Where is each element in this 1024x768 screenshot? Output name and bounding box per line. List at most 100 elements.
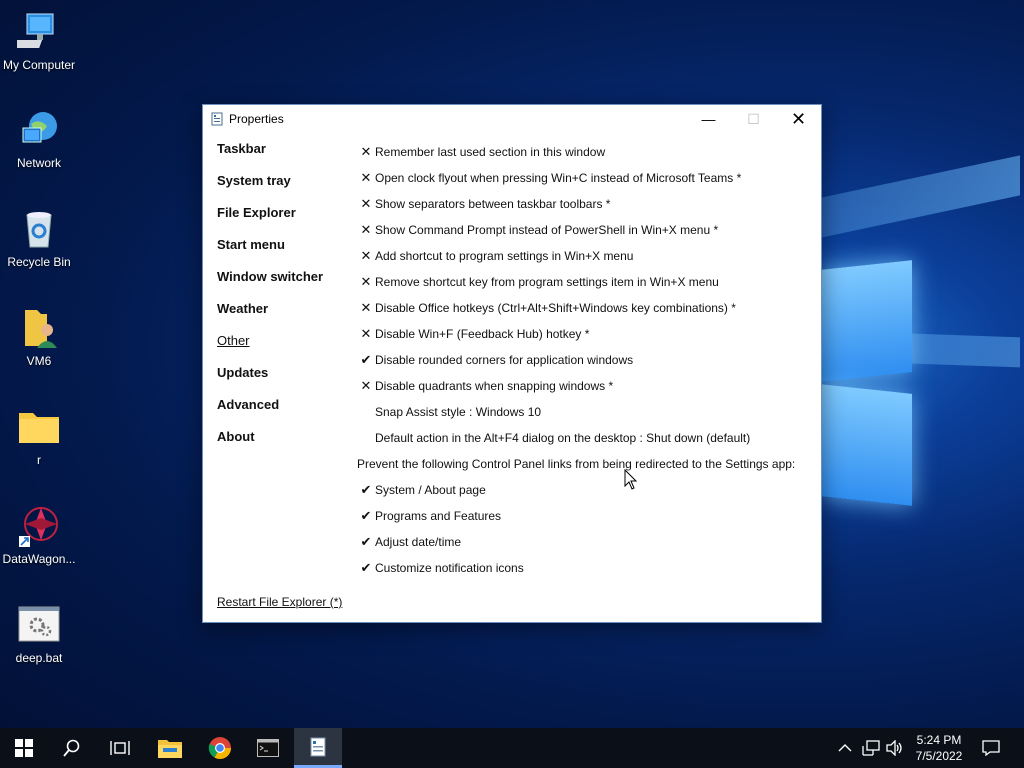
volume-tray-button[interactable] <box>886 728 904 768</box>
file-explorer-taskbar-button[interactable] <box>146 728 194 768</box>
option-label: Disable Office hotkeys (Ctrl+Alt+Shift+W… <box>375 301 736 315</box>
control-panel-section-heading: Prevent the following Control Panel link… <box>357 451 817 477</box>
restart-file-explorer-link[interactable]: Restart File Explorer (*) <box>217 595 342 609</box>
option-label: Open clock flyout when pressing Win+C in… <box>375 171 742 185</box>
option-clock-flyout[interactable]: ✕ Open clock flyout when pressing Win+C i… <box>357 165 817 191</box>
option-label: Remove shortcut key from program setting… <box>375 275 719 289</box>
desktop-icon-label: DataWagon... <box>2 552 76 566</box>
nav-start-menu[interactable]: Start menu <box>217 237 323 269</box>
check-icon: ✔ <box>360 534 372 549</box>
nav-weather[interactable]: Weather <box>217 301 323 333</box>
nav-system-tray[interactable]: System tray <box>217 173 323 205</box>
check-icon: ✔ <box>360 352 372 367</box>
datawagon-app-icon <box>17 504 61 548</box>
desktop-icon-label: Network <box>16 156 61 170</box>
desktop-icon-recycle-bin[interactable]: Recycle Bin <box>0 207 78 270</box>
command-prompt-taskbar-button[interactable] <box>244 728 292 768</box>
desktop-icon-label: deep.bat <box>15 651 63 665</box>
cross-icon: ✕ <box>360 222 372 237</box>
check-icon: ✔ <box>360 482 372 497</box>
option-rounded-corners[interactable]: ✔ Disable rounded corners for application… <box>357 347 817 373</box>
option-snap-quadrants[interactable]: ✕ Disable quadrants when snapping windows… <box>357 373 817 399</box>
option-add-shortcut[interactable]: ✕ Add shortcut to program settings in Win… <box>357 243 817 269</box>
properties-window: Properties — ☐ ✕ Taskbar System tray Fil… <box>202 104 822 623</box>
nav-updates[interactable]: Updates <box>217 365 323 397</box>
nav-taskbar[interactable]: Taskbar <box>217 141 323 173</box>
task-view-button[interactable] <box>96 728 144 768</box>
properties-taskbar-button[interactable] <box>294 728 342 768</box>
user-folder-icon <box>17 306 61 350</box>
option-label: Show separators between taskbar toolbars… <box>375 197 611 211</box>
desktop-icon-label: r <box>37 453 41 467</box>
minimize-button[interactable]: — <box>686 105 731 133</box>
desktop-icon-network[interactable]: Network <box>0 108 78 171</box>
maximize-button[interactable]: ☐ <box>731 105 776 133</box>
network-icon <box>862 740 880 756</box>
option-alt-f4-default[interactable]: Default action in the Alt+F4 dialog on t… <box>357 425 817 451</box>
option-office-hotkeys[interactable]: ✕ Disable Office hotkeys (Ctrl+Alt+Shift+… <box>357 295 817 321</box>
minimize-icon: — <box>701 111 716 127</box>
option-label: Snap Assist style : Windows 10 <box>375 405 542 419</box>
section-heading-label: Prevent the following Control Panel link… <box>357 457 796 471</box>
close-button[interactable]: ✕ <box>776 105 821 133</box>
chrome-taskbar-button[interactable] <box>196 728 244 768</box>
search-button[interactable] <box>48 728 96 768</box>
desktop-icon-r[interactable]: r <box>0 405 78 468</box>
title-bar[interactable]: Properties — ☐ ✕ <box>203 105 821 133</box>
option-label: Remember last used section in this windo… <box>375 145 606 159</box>
show-hidden-icons-button[interactable] <box>838 728 852 768</box>
nav-window-switcher[interactable]: Window switcher <box>217 269 323 301</box>
check-icon: ✔ <box>360 508 372 523</box>
option-win-f-hotkey[interactable]: ✕ Disable Win+F (Feedback Hub) hotkey * <box>357 321 817 347</box>
cross-icon: ✕ <box>360 300 372 315</box>
taskbar: 5:24 PM 7/5/2022 <box>0 728 1024 768</box>
option-label: System / About page <box>375 483 486 497</box>
mouse-cursor-icon <box>624 468 638 491</box>
option-command-prompt[interactable]: ✕ Show Command Prompt instead of PowerShe… <box>357 217 817 243</box>
network-tray-button[interactable] <box>862 728 880 768</box>
desktop-icon-datawagon[interactable]: DataWagon... <box>0 504 78 567</box>
option-remember-section[interactable]: ✕ Remember last used section in this wind… <box>357 139 817 165</box>
batch-file-icon <box>17 603 61 647</box>
cross-icon: ✕ <box>360 248 372 263</box>
task-view-icon <box>110 741 130 755</box>
cross-icon: ✕ <box>360 326 372 341</box>
option-label: Default action in the Alt+F4 dialog on t… <box>375 431 751 445</box>
app-icon <box>211 112 223 126</box>
cross-icon: ✕ <box>360 196 372 211</box>
desktop-icon-vm6[interactable]: VM6 <box>0 306 78 369</box>
option-adjust-datetime[interactable]: ✔ Adjust date/time <box>357 529 817 555</box>
command-prompt-icon <box>257 739 279 757</box>
start-button[interactable] <box>0 728 48 768</box>
option-snap-assist-style[interactable]: Snap Assist style : Windows 10 <box>357 399 817 425</box>
clock-button[interactable]: 5:24 PM 7/5/2022 <box>905 732 973 764</box>
action-center-button[interactable] <box>982 728 1000 768</box>
desktop-icon-my-computer[interactable]: My Computer <box>0 10 78 73</box>
folder-icon <box>17 405 61 449</box>
option-label: Customize notification icons <box>375 561 524 575</box>
desktop-icon-label: VM6 <box>26 354 52 368</box>
option-label: Show Command Prompt instead of PowerShel… <box>375 223 719 237</box>
nav-file-explorer[interactable]: File Explorer <box>217 205 323 237</box>
file-explorer-icon <box>158 740 182 758</box>
windows-start-icon <box>15 739 33 757</box>
desktop-icon-deep-bat[interactable]: deep.bat <box>0 603 78 666</box>
option-programs-features[interactable]: ✔ Programs and Features <box>357 503 817 529</box>
option-label: Disable Win+F (Feedback Hub) hotkey * <box>375 327 590 341</box>
option-notification-icons[interactable]: ✔ Customize notification icons <box>357 555 817 581</box>
option-remove-shortcut-key[interactable]: ✕ Remove shortcut key from program settin… <box>357 269 817 295</box>
nav-other[interactable]: Other <box>217 333 323 365</box>
nav-advanced[interactable]: Advanced <box>217 397 323 429</box>
section-nav: Taskbar System tray File Explorer Start … <box>217 141 323 461</box>
nav-about[interactable]: About <box>217 429 323 461</box>
check-icon: ✔ <box>360 560 372 575</box>
option-label: Programs and Features <box>375 509 502 523</box>
search-icon <box>63 739 80 757</box>
option-toolbar-separators[interactable]: ✕ Show separators between taskbar toolbar… <box>357 191 817 217</box>
maximize-icon: ☐ <box>747 110 760 127</box>
option-system-about[interactable]: ✔ System / About page <box>357 477 817 503</box>
option-label: Adjust date/time <box>375 535 462 549</box>
close-icon: ✕ <box>790 108 807 129</box>
window-title: Properties <box>229 112 284 126</box>
notification-icon <box>982 740 1000 756</box>
